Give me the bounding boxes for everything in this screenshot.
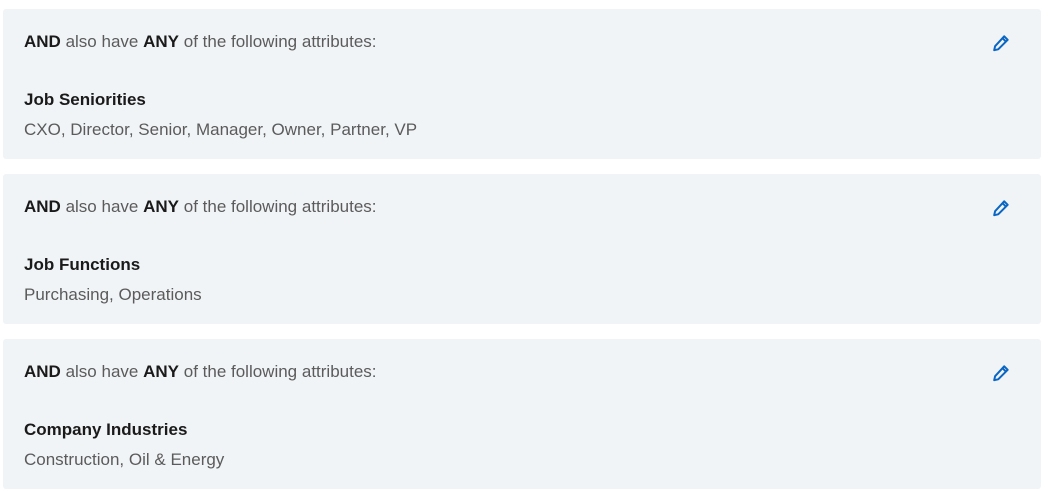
attribute-values: Construction, Oil & Energy <box>24 450 225 469</box>
attribute-name: Company Industries <box>24 420 188 439</box>
following-attributes-text: of the following attributes: <box>183 197 377 216</box>
any-keyword: ANY <box>143 32 179 51</box>
pencil-icon <box>993 200 1009 217</box>
attribute-name: Job Seniorities <box>24 90 146 109</box>
criteria-card-job-functions: AND also have ANY of the following attri… <box>3 174 1041 324</box>
edit-button[interactable] <box>989 31 1013 55</box>
criteria-card-company-industries: AND also have ANY of the following attri… <box>3 339 1041 489</box>
following-attributes-text: of the following attributes: <box>183 362 377 381</box>
any-keyword: ANY <box>143 197 179 216</box>
pencil-icon <box>993 35 1009 52</box>
attribute-values: CXO, Director, Senior, Manager, Owner, P… <box>24 120 418 139</box>
pencil-icon <box>993 365 1009 382</box>
criteria-card-job-seniorities: AND also have ANY of the following attri… <box>3 9 1041 159</box>
following-attributes-text: of the following attributes: <box>183 32 377 51</box>
criteria-header: AND also have ANY of the following attri… <box>24 32 377 52</box>
also-have-text: also have <box>65 362 139 381</box>
also-have-text: also have <box>65 32 139 51</box>
criteria-header: AND also have ANY of the following attri… <box>24 197 377 217</box>
and-keyword: AND <box>24 197 61 216</box>
any-keyword: ANY <box>143 362 179 381</box>
and-keyword: AND <box>24 32 61 51</box>
also-have-text: also have <box>65 197 139 216</box>
and-keyword: AND <box>24 362 61 381</box>
edit-button[interactable] <box>989 196 1013 220</box>
attribute-name: Job Functions <box>24 255 141 274</box>
edit-button[interactable] <box>989 361 1013 385</box>
attribute-values: Purchasing, Operations <box>24 285 202 304</box>
criteria-header: AND also have ANY of the following attri… <box>24 362 377 382</box>
